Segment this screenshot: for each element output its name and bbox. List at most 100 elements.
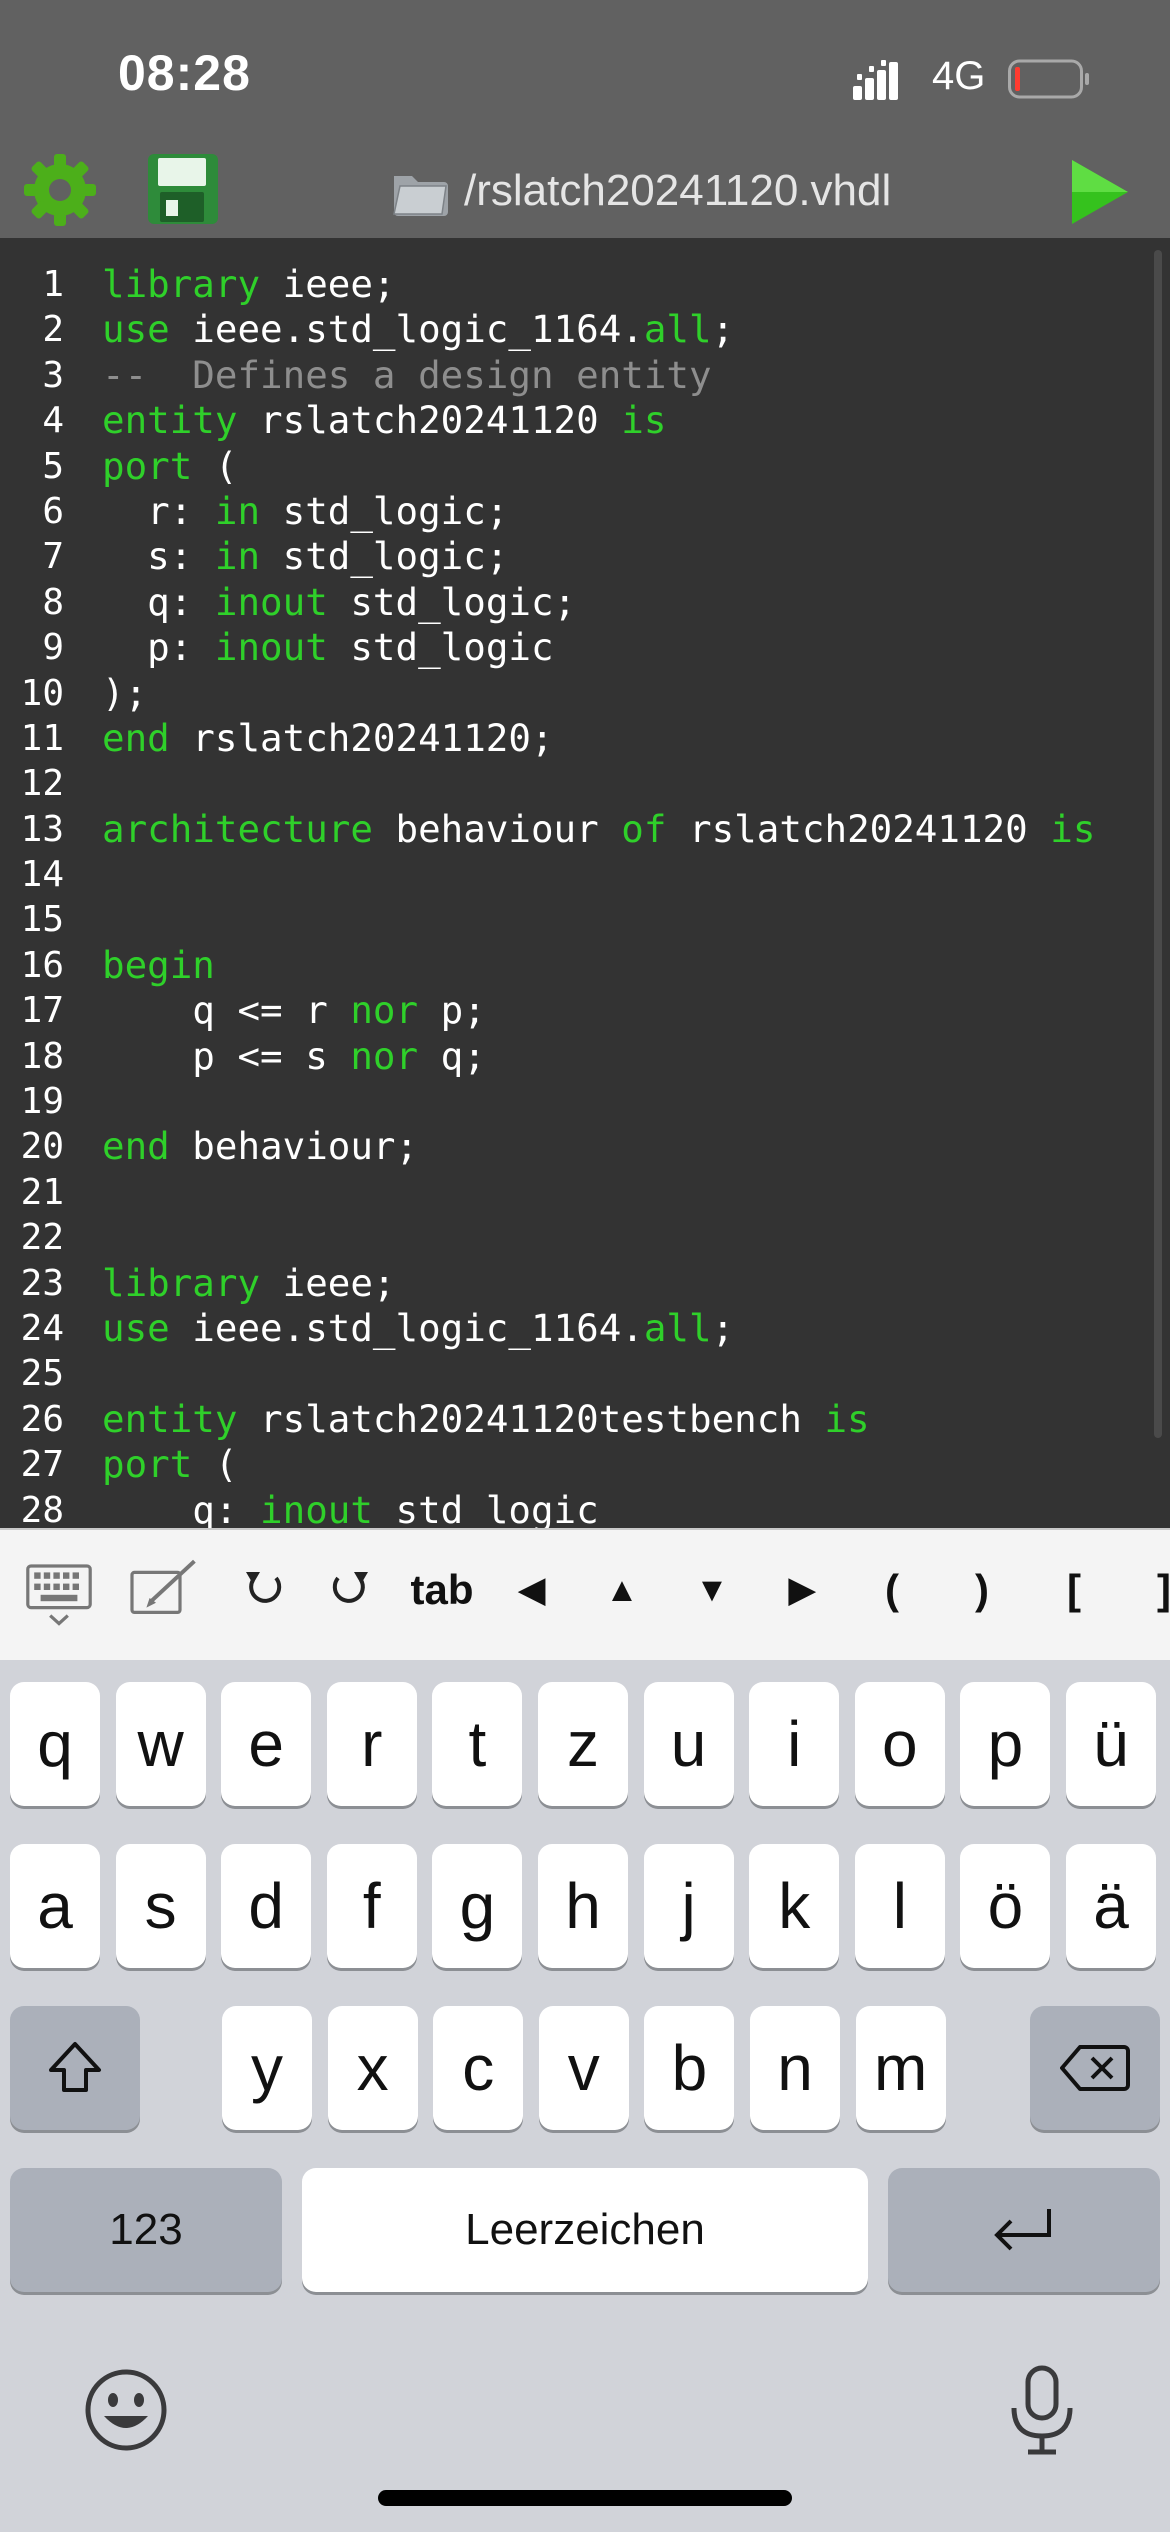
line-number: 16: [20, 944, 64, 986]
paren-open-key[interactable]: (: [862, 1550, 922, 1630]
key-x[interactable]: x: [327, 2006, 418, 2130]
floppy-disk-icon[interactable]: [146, 152, 220, 226]
key-c[interactable]: c: [433, 2006, 524, 2130]
keyword-token: nor: [350, 988, 419, 1033]
cursor-up-key[interactable]: ▲: [592, 1550, 652, 1630]
key-j[interactable]: j: [643, 1844, 734, 1968]
numbers-key[interactable]: 123: [10, 2168, 282, 2292]
key-z[interactable]: z: [538, 1682, 628, 1806]
code-token: rslatch20241120;: [169, 715, 554, 760]
gear-icon[interactable]: [20, 150, 100, 230]
keyword-token: all: [643, 307, 712, 352]
status-time: 08:28: [118, 45, 251, 101]
key-g[interactable]: g: [432, 1844, 523, 1968]
code-line[interactable]: [102, 852, 1095, 897]
key-q[interactable]: q: [10, 1682, 100, 1806]
code-line[interactable]: q <= r nor p;: [102, 988, 1095, 1033]
bracket-close-key[interactable]: ]: [1134, 1550, 1170, 1630]
keyboard-dismiss-icon[interactable]: [14, 1550, 104, 1630]
key-b[interactable]: b: [644, 2006, 735, 2130]
code-line[interactable]: use ieee.std_logic_1164.all;: [102, 1306, 1095, 1351]
emoji-icon[interactable]: [84, 2368, 168, 2452]
return-icon: [994, 2209, 1051, 2251]
code-line[interactable]: [102, 1215, 1095, 1260]
code-line[interactable]: q: inout std_logic: [102, 1488, 1095, 1528]
key-p[interactable]: p: [960, 1682, 1051, 1806]
code-line[interactable]: entity rslatch20241120testbench is: [102, 1397, 1095, 1442]
redo-icon[interactable]: [324, 1550, 378, 1630]
scrollbar[interactable]: [1154, 250, 1162, 1438]
key-o[interactable]: o: [854, 1682, 945, 1806]
code-line[interactable]: [102, 1079, 1095, 1124]
backspace-key[interactable]: [1030, 2006, 1160, 2130]
code-line[interactable]: q: inout std_logic;: [102, 580, 1095, 625]
cursor-down-key[interactable]: ▼: [682, 1550, 742, 1630]
code-line[interactable]: architecture behaviour of rslatch2024112…: [102, 807, 1095, 852]
code-token: q:: [102, 1487, 261, 1528]
key-k[interactable]: k: [749, 1844, 840, 1968]
code-line[interactable]: end rslatch20241120;: [102, 716, 1095, 761]
key-r[interactable]: r: [326, 1682, 417, 1806]
code-line[interactable]: [102, 1170, 1095, 1215]
code-text[interactable]: library ieee; use ieee.std_logic_1164.all…: [102, 262, 1095, 1528]
code-line[interactable]: s: in std_logic;: [102, 534, 1095, 579]
key-m[interactable]: m: [855, 2006, 946, 2130]
code-line[interactable]: [102, 897, 1095, 942]
code-token: std_logic: [327, 625, 554, 670]
line-number-gutter: 1 2 3 4 5 6 7 8 9 10 11 12 13 14 15 16 17 18 19 20 21 22 23 24 2…: [0, 262, 64, 1528]
key-y[interactable]: y: [222, 2006, 312, 2130]
code-token: ieee.std_logic_1164.: [169, 1305, 644, 1350]
code-editor[interactable]: 1 2 3 4 5 6 7 8 9 10 11 12 13 14 15 16 17 18 19 20 21 22 23 24 2…: [0, 238, 1170, 1528]
microphone-icon[interactable]: [1004, 2364, 1080, 2456]
bracket-open-key[interactable]: [: [1044, 1550, 1104, 1630]
tab-key[interactable]: tab: [402, 1550, 482, 1630]
code-line[interactable]: p: inout std_logic: [102, 625, 1095, 670]
play-icon[interactable]: [1068, 158, 1130, 226]
code-line[interactable]: [102, 1351, 1095, 1396]
undo-icon[interactable]: [236, 1550, 290, 1630]
return-key[interactable]: [888, 2168, 1160, 2292]
code-line[interactable]: -- Defines a design entity: [102, 353, 1095, 398]
key-w[interactable]: w: [115, 1682, 206, 1806]
code-line[interactable]: );: [102, 671, 1095, 716]
space-key[interactable]: Leerzeichen: [302, 2168, 868, 2292]
keyword-token: inout: [214, 579, 328, 624]
key-v[interactable]: v: [538, 2006, 629, 2130]
key-ä[interactable]: ä: [1066, 1844, 1156, 1968]
code-token: rslatch20241120testbench: [237, 1396, 825, 1441]
key-h[interactable]: h: [538, 1844, 628, 1968]
code-line[interactable]: r: in std_logic;: [102, 489, 1095, 534]
code-line[interactable]: library ieee;: [102, 262, 1095, 307]
key-ü[interactable]: ü: [1066, 1682, 1156, 1806]
code-line[interactable]: [102, 761, 1095, 806]
key-i[interactable]: i: [749, 1682, 840, 1806]
code-token: rslatch20241120: [666, 806, 1051, 851]
shift-key[interactable]: [10, 2006, 140, 2130]
key-ö[interactable]: ö: [960, 1844, 1051, 1968]
paren-close-key[interactable]: ): [952, 1550, 1012, 1630]
key-d[interactable]: d: [221, 1844, 312, 1968]
key-a[interactable]: a: [10, 1844, 100, 1968]
line-number: 12: [20, 763, 64, 805]
file-path[interactable]: /rslatch20241120.vhdl: [464, 166, 891, 216]
code-line[interactable]: begin: [102, 943, 1095, 988]
key-n[interactable]: n: [750, 2006, 840, 2130]
code-line[interactable]: port (: [102, 444, 1095, 489]
key-u[interactable]: u: [643, 1682, 734, 1806]
code-line[interactable]: entity rslatch20241120 is: [102, 398, 1095, 443]
line-number: 24: [20, 1307, 64, 1349]
key-l[interactable]: l: [854, 1844, 945, 1968]
cursor-left-key[interactable]: ◀: [502, 1550, 562, 1630]
code-line[interactable]: library ieee;: [102, 1261, 1095, 1306]
key-t[interactable]: t: [432, 1682, 523, 1806]
code-line[interactable]: use ieee.std_logic_1164.all;: [102, 307, 1095, 352]
key-e[interactable]: e: [221, 1682, 312, 1806]
cursor-right-key[interactable]: ▶: [772, 1550, 832, 1630]
key-s[interactable]: s: [115, 1844, 206, 1968]
keyboard-accessory-bar: tab ◀ ▲ ▼ ▶ ( ) [ ]: [0, 1528, 1170, 1662]
pencil-pad-icon[interactable]: [118, 1550, 210, 1630]
code-line[interactable]: p <= s nor q;: [102, 1034, 1095, 1079]
code-line[interactable]: port (: [102, 1442, 1095, 1487]
code-line[interactable]: end behaviour;: [102, 1124, 1095, 1169]
key-f[interactable]: f: [326, 1844, 417, 1968]
